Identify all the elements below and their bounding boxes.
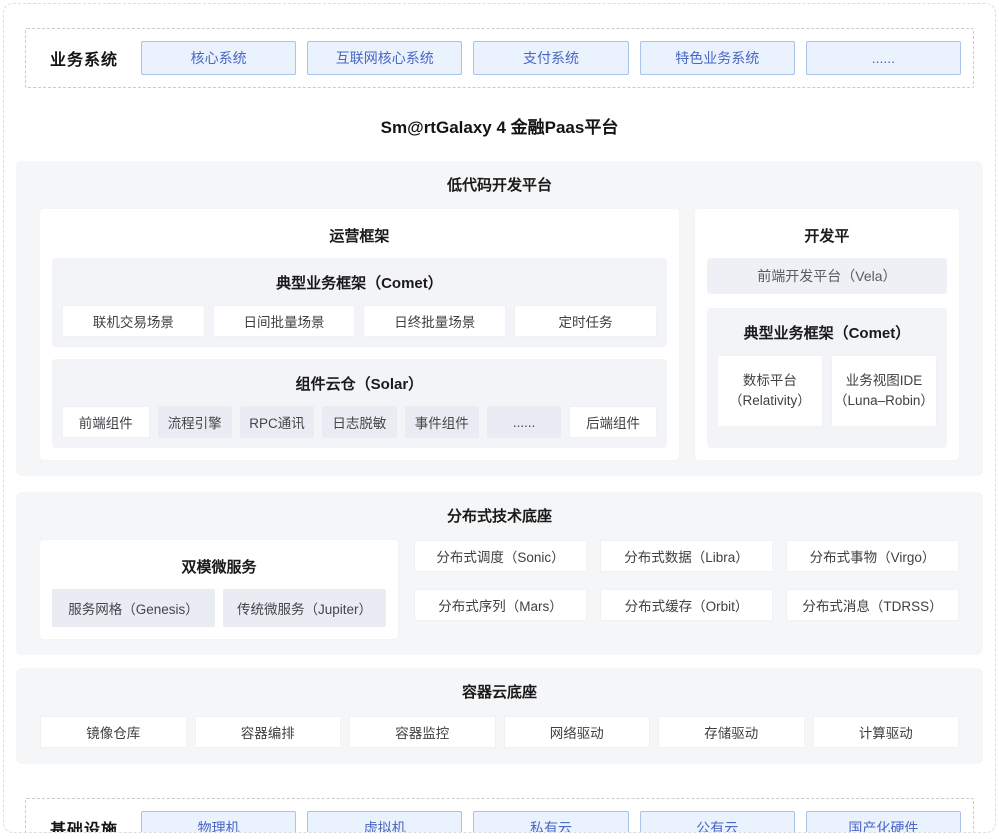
distributed-service-button[interactable]: 分布式序列（Mars）	[414, 589, 587, 621]
business-systems-strip: 业务系统 核心系统 互联网核心系统 支付系统 特色业务系统 ......	[25, 28, 974, 88]
dev-platform-title: 开发平	[707, 225, 947, 246]
genesis-service-mesh-button[interactable]: 服务网格（Genesis）	[52, 589, 215, 627]
relativity-codename: （Relativity）	[729, 391, 811, 411]
container-capability-button[interactable]: 容器编排	[195, 716, 342, 748]
dev-comet-subcard: 典型业务框架（Comet） 数标平台 （Relativity） 业务视图IDE …	[707, 308, 947, 448]
infrastructure-button[interactable]: 虚拟机	[307, 811, 462, 833]
container-capability-button[interactable]: 计算驱动	[813, 716, 960, 748]
business-system-button[interactable]: 互联网核心系统	[307, 41, 462, 75]
business-system-button[interactable]: 特色业务系统	[640, 41, 795, 75]
distributed-service-button[interactable]: 分布式调度（Sonic）	[414, 540, 587, 572]
dual-mode-microservice-card: 双模微服务 服务网格（Genesis） 传统微服务（Jupiter）	[40, 540, 398, 639]
comet-scene-button[interactable]: 定时任务	[514, 305, 657, 337]
relativity-platform-button[interactable]: 数标平台 （Relativity）	[717, 355, 823, 427]
container-capability-button[interactable]: 网络驱动	[504, 716, 651, 748]
business-system-button[interactable]: 支付系统	[473, 41, 628, 75]
dev-platform-card: 开发平 前端开发平台（Vela） 典型业务框架（Comet） 数标平台 （Rel…	[695, 209, 959, 460]
lowcode-platform-title: 低代码开发平台	[40, 174, 959, 195]
container-capability-button[interactable]: 镜像仓库	[40, 716, 187, 748]
page-title: Sm@rtGalaxy 4 金融Paas平台	[4, 113, 995, 138]
platform-architecture-page: 业务系统 核心系统 互联网核心系统 支付系统 特色业务系统 ...... Sm@…	[3, 3, 996, 833]
infrastructure-button[interactable]: 公有云	[640, 811, 795, 833]
solar-component-button[interactable]: 流程引擎	[158, 406, 232, 438]
distributed-service-button[interactable]: 分布式缓存（Orbit）	[600, 589, 773, 621]
container-capability-button[interactable]: 容器监控	[349, 716, 496, 748]
distributed-services-grid: 分布式调度（Sonic） 分布式数据（Libra） 分布式事物（Virgo） 分…	[414, 540, 959, 621]
distributed-base-panel: 分布式技术底座 双模微服务 服务网格（Genesis） 传统微服务（Jupite…	[16, 492, 983, 655]
solar-front-component-button[interactable]: 前端组件	[62, 406, 150, 438]
infrastructure-button[interactable]: 国产化硬件	[806, 811, 961, 833]
vela-frontend-platform-button[interactable]: 前端开发平台（Vela）	[707, 258, 947, 294]
solar-component-button[interactable]: 日志脱敏	[322, 406, 396, 438]
distributed-base-title: 分布式技术底座	[40, 505, 959, 526]
comet-framework-subcard: 典型业务框架（Comet） 联机交易场景 日间批量场景 日终批量场景 定时任务	[52, 258, 667, 347]
business-system-button[interactable]: 核心系统	[141, 41, 296, 75]
distributed-service-button[interactable]: 分布式数据（Libra）	[600, 540, 773, 572]
business-systems-label: 业务系统	[38, 46, 130, 70]
operation-framework-title: 运营框架	[52, 225, 667, 246]
comet-scene-button[interactable]: 日间批量场景	[213, 305, 356, 337]
luna-robin-ide-button[interactable]: 业务视图IDE （Luna–Robin）	[831, 355, 937, 427]
infrastructure-label: 基础设施	[38, 816, 130, 833]
lowcode-platform-panel: 低代码开发平台 运营框架 典型业务框架（Comet） 联机交易场景 日间批量场景…	[16, 161, 983, 476]
solar-back-component-button[interactable]: 后端组件	[569, 406, 657, 438]
infrastructure-button[interactable]: 物理机	[141, 811, 296, 833]
infrastructure-strip: 基础设施 物理机 虚拟机 私有云 公有云 国产化硬件	[25, 798, 974, 833]
distributed-service-button[interactable]: 分布式事物（Virgo）	[786, 540, 959, 572]
dual-mode-title: 双模微服务	[52, 556, 386, 577]
container-cloud-title: 容器云底座	[40, 681, 959, 702]
infrastructure-button[interactable]: 私有云	[473, 811, 628, 833]
jupiter-microservice-button[interactable]: 传统微服务（Jupiter）	[223, 589, 386, 627]
relativity-name: 数标平台	[743, 371, 797, 391]
solar-component-button[interactable]: RPC通讯	[240, 406, 314, 438]
solar-warehouse-subcard: 组件云仓（Solar） 前端组件 流程引擎 RPC通讯 日志脱敏 事件组件 ..…	[52, 359, 667, 448]
solar-component-button-more[interactable]: ......	[487, 406, 561, 438]
comet-framework-title: 典型业务框架（Comet）	[62, 272, 657, 293]
comet-scene-button[interactable]: 联机交易场景	[62, 305, 205, 337]
container-cloud-panel: 容器云底座 镜像仓库 容器编排 容器监控 网络驱动 存储驱动 计算驱动	[16, 668, 983, 764]
solar-component-button[interactable]: 事件组件	[405, 406, 479, 438]
distributed-service-button[interactable]: 分布式消息（TDRSS）	[786, 589, 959, 621]
operation-framework-card: 运营框架 典型业务框架（Comet） 联机交易场景 日间批量场景 日终批量场景 …	[40, 209, 679, 460]
luna-robin-codename: （Luna–Robin）	[834, 391, 934, 411]
luna-robin-name: 业务视图IDE	[846, 371, 923, 391]
business-system-button-more[interactable]: ......	[806, 41, 961, 75]
dev-comet-title: 典型业务框架（Comet）	[717, 322, 937, 343]
comet-scene-button[interactable]: 日终批量场景	[363, 305, 506, 337]
solar-warehouse-title: 组件云仓（Solar）	[62, 373, 657, 394]
container-capability-button[interactable]: 存储驱动	[658, 716, 805, 748]
